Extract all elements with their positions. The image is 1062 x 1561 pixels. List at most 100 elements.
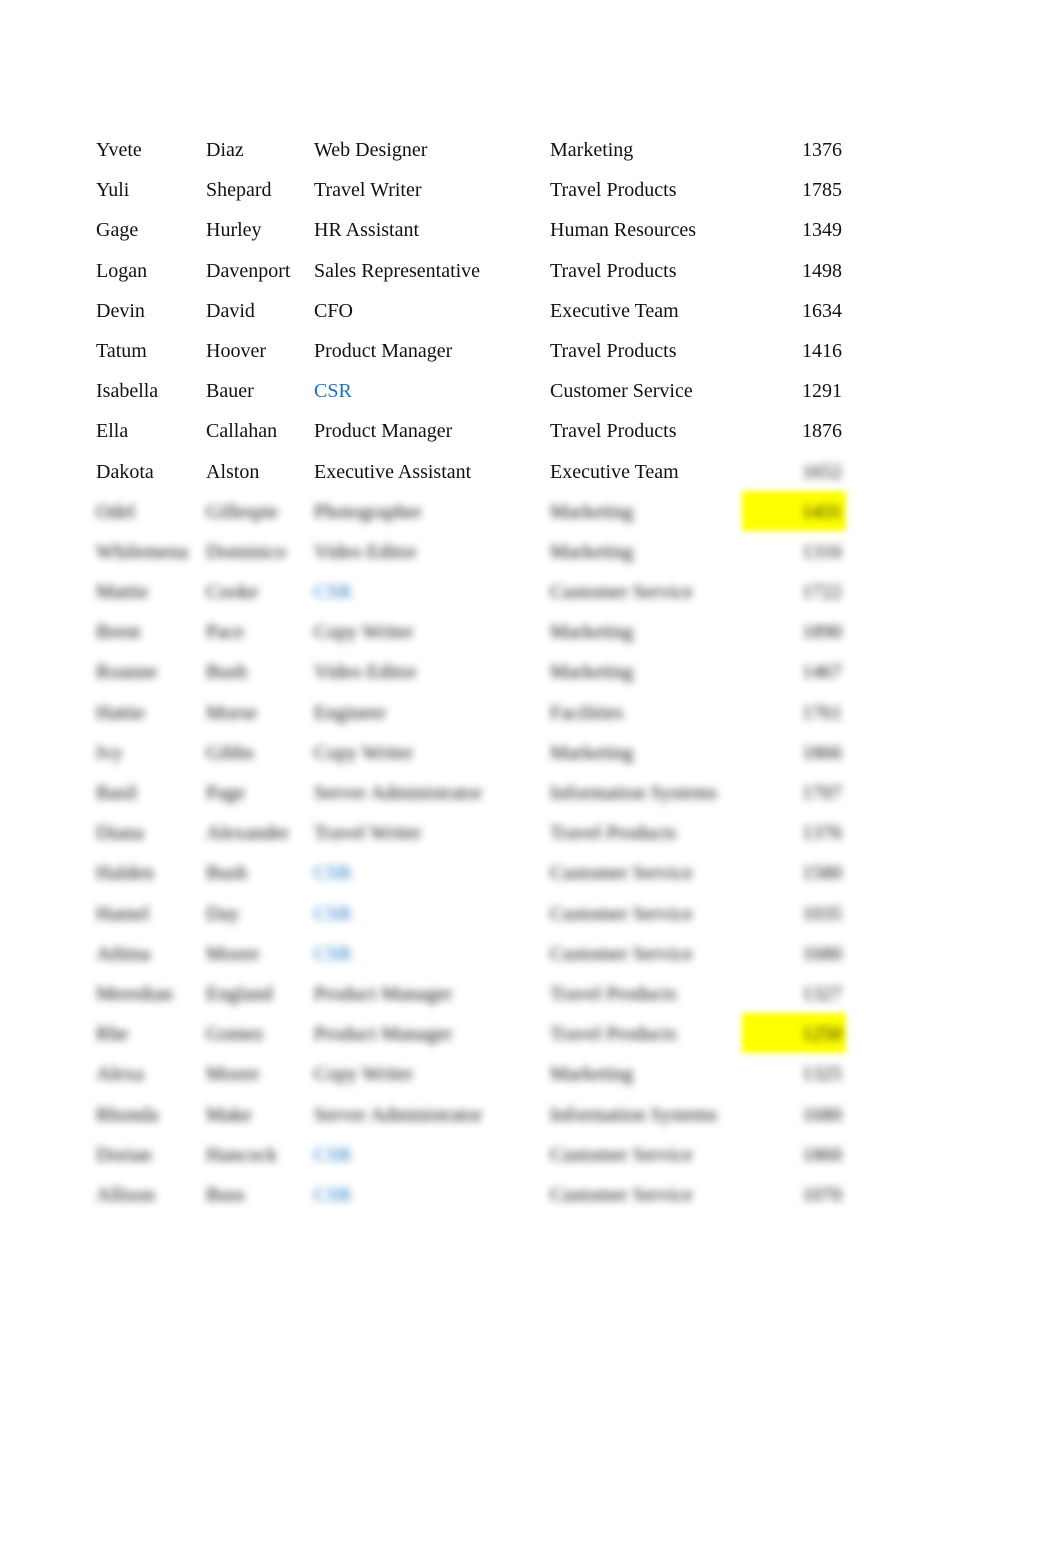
job-title-cell: Travel Writer	[314, 179, 422, 202]
job-title-cell[interactable]: CSR	[314, 901, 352, 927]
table-row: Alexa Moore Copy Writer Marketing 1325	[96, 1061, 856, 1101]
department-cell: Customer Service	[550, 902, 693, 925]
table-row: Tatum Hoover Product Manager Travel Product…	[96, 338, 856, 378]
job-title-cell: Copy Writer	[314, 621, 414, 644]
department-cell: Marketing	[550, 500, 634, 523]
department-cell: Facilities	[550, 701, 624, 724]
table-row: Allison Buss CSR Customer Service 1070	[96, 1182, 856, 1222]
job-title-cell[interactable]: CSR	[314, 1182, 352, 1208]
table-row: Diana Alexander Travel Writer Travel Produc…	[96, 820, 856, 860]
table-row: Isabella Bauer CSR Customer Service 1291	[96, 378, 856, 418]
employee-number-cell: 1680	[802, 942, 842, 965]
job-title-cell: Executive Assistant	[314, 460, 472, 483]
last-name-cell: Bush	[206, 862, 248, 885]
last-name-cell: Cooke	[206, 581, 259, 604]
last-name-cell: England	[206, 982, 273, 1005]
last-name-cell: Moore	[206, 1063, 260, 1086]
table-row: Logan Davenport Sales Representative Travel…	[96, 258, 856, 298]
first-name-cell: Mattie	[96, 581, 149, 604]
department-cell: Customer Service	[550, 942, 693, 965]
last-name-cell: Bush	[206, 661, 248, 684]
table-row: Halden Bush CSR Customer Service 1580	[96, 860, 856, 900]
job-title-cell[interactable]: CSR	[314, 579, 352, 605]
department-cell: Customer Service	[550, 862, 693, 885]
first-name-cell: Dakota	[96, 460, 154, 483]
last-name-cell: Hoover	[206, 339, 266, 362]
job-title-cell[interactable]: CSR	[314, 1142, 352, 1168]
job-title-cell: Product Manager	[314, 339, 453, 362]
first-name-cell: Roanne	[96, 661, 158, 684]
employee-number-cell: 1327	[802, 982, 842, 1005]
last-name-cell: Diaz	[206, 139, 244, 161]
first-name-cell: Rhonda	[96, 1103, 159, 1126]
first-name-cell: Rhe	[96, 1023, 129, 1046]
department-cell: Human Resources	[550, 219, 697, 242]
job-title-cell[interactable]: CSR	[314, 941, 352, 967]
first-name-cell: Hamel	[96, 902, 150, 925]
job-title-cell: Product Manager	[314, 982, 453, 1005]
table-row: Athina Moore CSR Customer Service 1680	[96, 941, 856, 981]
department-cell: Marketing	[550, 621, 634, 644]
table-row: Roanne Bush Video Editor Marketing 1467	[96, 659, 856, 699]
last-name-cell: Gomez	[206, 1023, 264, 1046]
last-name-cell: Buss	[206, 1183, 245, 1206]
last-name-cell: Alston	[206, 460, 260, 483]
job-title-cell: Product Manager	[314, 1023, 453, 1046]
employee-number-cell: 1785	[802, 179, 842, 202]
last-name-cell: Page	[206, 782, 245, 804]
department-cell: Travel Products	[550, 179, 677, 202]
first-name-cell: Alexa	[96, 1063, 144, 1086]
last-name-cell: Make	[206, 1103, 252, 1126]
table-row: Gage Hurley HR Assistant Human Resources 134…	[96, 217, 856, 257]
employee-number-cell: 1250	[802, 1023, 842, 1046]
first-name-cell: Devin	[96, 299, 145, 322]
department-cell: Travel Products	[550, 1023, 677, 1046]
last-name-cell: Gillespie	[206, 500, 279, 523]
first-name-cell: Allison	[96, 1183, 155, 1206]
table-row: Dorian Hancock CSR Customer Service 1860	[96, 1142, 856, 1182]
employee-number-cell: 1876	[802, 420, 842, 443]
department-cell: Marketing	[550, 741, 634, 764]
first-name-cell: Athina	[96, 942, 151, 965]
last-name-cell: Shepard	[206, 179, 272, 202]
department-cell: Information Systems	[550, 782, 718, 804]
table-row: Yuli Shepard Travel Writer Travel Products 1…	[96, 177, 856, 217]
first-name-cell: Gage	[96, 219, 139, 242]
first-name-cell: Yuli	[96, 179, 130, 202]
employee-number-cell: 1431	[802, 500, 842, 523]
department-cell: Marketing	[550, 661, 634, 684]
employee-number-cell: 1634	[802, 299, 842, 322]
table-row: Hamel Day CSR Customer Service 1035	[96, 901, 856, 941]
first-name-cell: Brent	[96, 621, 141, 644]
department-cell: Customer Service	[550, 581, 693, 604]
last-name-cell: Hurley	[206, 219, 262, 242]
job-title-cell[interactable]: CSR	[314, 378, 352, 404]
first-name-cell: Meredian	[96, 982, 173, 1005]
employee-number-cell: 1860	[802, 1143, 842, 1166]
job-title-cell: CFO	[314, 299, 353, 322]
table-row: Brent Pace Copy Writer Marketing 1890	[96, 619, 856, 659]
job-title-cell: Photographer	[314, 500, 422, 523]
table-row: Basil Page Server Administrator Information…	[96, 780, 856, 820]
job-title-cell: Travel Writer	[314, 822, 422, 845]
department-cell: Marketing	[550, 139, 634, 161]
job-title-cell: Video Editor	[314, 661, 417, 684]
job-title-cell: Server Administrator	[314, 782, 483, 804]
first-name-cell: Isabella	[96, 380, 159, 403]
last-name-cell: Dominico	[206, 540, 286, 563]
table-row: Ivy Gibbs Copy Writer Marketing 1866	[96, 740, 856, 780]
department-cell: Travel Products	[550, 982, 677, 1005]
department-cell: Customer Service	[550, 380, 693, 403]
table-row: Rhe Gomez Product Manager Travel Products 12…	[96, 1013, 856, 1061]
first-name-cell: Yvete	[96, 139, 142, 161]
table-row: Yvete Diaz Web Designer Marketing 1376	[96, 137, 856, 177]
job-title-cell[interactable]: CSR	[314, 860, 352, 886]
job-title-cell: Product Manager	[314, 420, 453, 443]
last-name-cell: Morse	[206, 701, 258, 724]
table-row: Hattie Morse Engineer Facilities 1761	[96, 700, 856, 740]
department-cell: Travel Products	[550, 420, 677, 443]
table-row: Devin David CFO Executive Team 1634	[96, 298, 856, 338]
table-row: Rhonda Make Server Administrator Informatio…	[96, 1102, 856, 1142]
employee-number-cell: 1416	[802, 339, 842, 362]
department-cell: Executive Team	[550, 299, 679, 322]
